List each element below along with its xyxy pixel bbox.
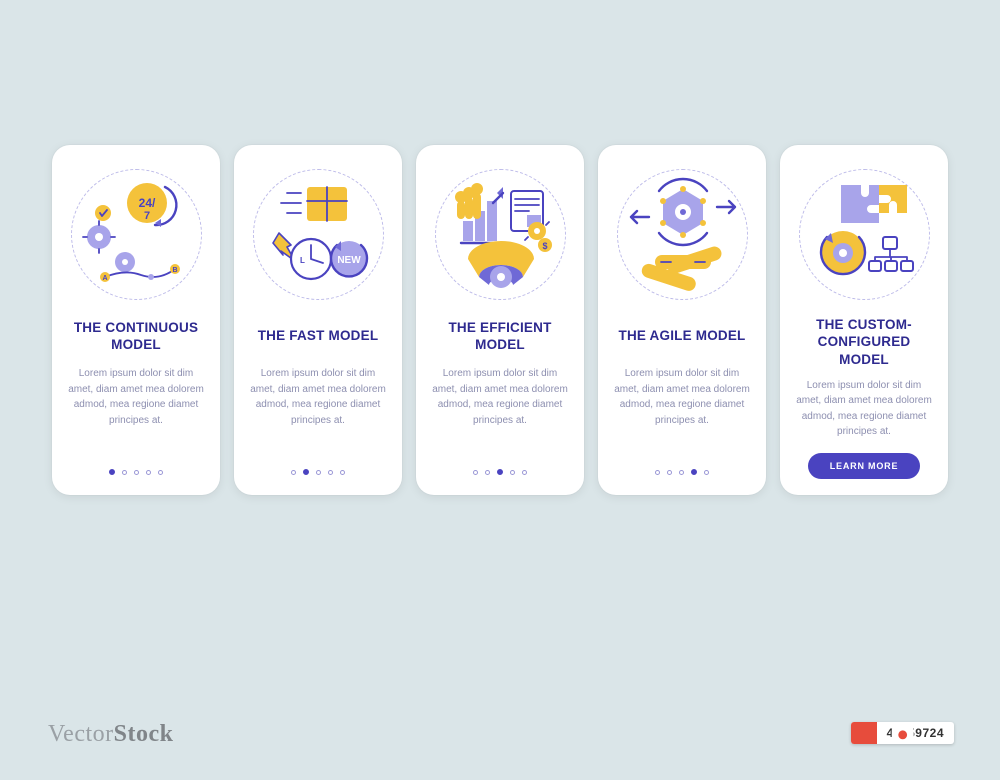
pager-dot[interactable] xyxy=(134,470,139,475)
agile-icon xyxy=(615,167,750,302)
custom-icon xyxy=(797,167,932,302)
pager-dot[interactable] xyxy=(303,469,309,475)
card-title: THE CUSTOM-CONFIGURED MODEL xyxy=(794,316,934,368)
onboarding-card-custom: THE CUSTOM-CONFIGURED MODEL Lorem ipsum … xyxy=(780,145,948,495)
pager-dot[interactable] xyxy=(497,469,503,475)
card-title: THE CONTINUOUS MODEL xyxy=(66,316,206,356)
illustration-efficient: $ xyxy=(433,167,568,302)
svg-text:B: B xyxy=(172,267,177,274)
svg-text:A: A xyxy=(102,275,107,282)
illustration-fast: L NEW xyxy=(251,167,386,302)
cards-row: 24/ 7 A B xyxy=(50,145,950,495)
learn-more-button[interactable]: LEARN MORE xyxy=(808,453,921,479)
pager-dot[interactable] xyxy=(291,470,296,475)
watermark-text: VectorStock xyxy=(48,721,173,748)
card-desc: Lorem ipsum dolor sit dim amet, diam ame… xyxy=(66,366,206,428)
svg-text:24/: 24/ xyxy=(138,196,155,210)
card-title: The Efficient Model xyxy=(430,316,570,356)
pager-dot[interactable] xyxy=(316,470,321,475)
continuous-icon: 24/ 7 A B xyxy=(69,167,204,302)
image-id-badge: 43459724 xyxy=(851,722,954,744)
pager-dot[interactable] xyxy=(667,470,672,475)
pager-dot[interactable] xyxy=(522,470,527,475)
camera-icon xyxy=(851,722,877,744)
onboarding-card-fast: L NEW The Fast Model Lorem ipsum dolor s… xyxy=(234,145,402,495)
pager-dot[interactable] xyxy=(655,470,660,475)
watermark-right: Stock xyxy=(114,721,174,747)
card-title: The Fast Model xyxy=(256,316,381,356)
pager-dot[interactable] xyxy=(146,470,151,475)
pager-dot[interactable] xyxy=(704,470,709,475)
card-desc: Lorem ipsum dolor sit dim amet, diam ame… xyxy=(430,366,570,428)
svg-text:NEW: NEW xyxy=(337,255,361,266)
pager-dot[interactable] xyxy=(691,469,697,475)
pager-dot[interactable] xyxy=(109,469,115,475)
pager-dots xyxy=(655,465,709,479)
efficient-icon: $ xyxy=(433,167,568,302)
pager-dots xyxy=(291,465,345,479)
pager-dot[interactable] xyxy=(122,470,127,475)
illustration-agile xyxy=(615,167,750,302)
pager-dots xyxy=(473,465,527,479)
illustration-continuous: 24/ 7 A B xyxy=(69,167,204,302)
onboarding-card-continuous: 24/ 7 A B xyxy=(52,145,220,495)
svg-text:7: 7 xyxy=(143,210,149,222)
svg-text:$: $ xyxy=(542,241,547,251)
watermark-left: Vector xyxy=(48,721,114,747)
fast-icon: L NEW xyxy=(251,167,386,302)
svg-text:L: L xyxy=(300,256,305,265)
pager-dot[interactable] xyxy=(473,470,478,475)
onboarding-card-agile: The Agile Model Lorem ipsum dolor sit di… xyxy=(598,145,766,495)
pager-dot[interactable] xyxy=(679,470,684,475)
card-desc: Lorem ipsum dolor sit dim amet, diam ame… xyxy=(248,366,388,428)
pager-dot[interactable] xyxy=(328,470,333,475)
pager-dot[interactable] xyxy=(340,470,345,475)
onboarding-card-efficient: $ The Efficient Model Lorem ipsum dolor … xyxy=(416,145,584,495)
pager-dots xyxy=(109,465,163,479)
pager-dot[interactable] xyxy=(158,470,163,475)
card-desc: Lorem ipsum dolor sit dim amet, diam ame… xyxy=(794,378,934,440)
pager-dot[interactable] xyxy=(510,470,515,475)
illustration-custom xyxy=(797,167,932,302)
card-desc: Lorem ipsum dolor sit dim amet, diam ame… xyxy=(612,366,752,428)
card-title: The Agile Model xyxy=(617,316,748,356)
pager-dot[interactable] xyxy=(485,470,490,475)
